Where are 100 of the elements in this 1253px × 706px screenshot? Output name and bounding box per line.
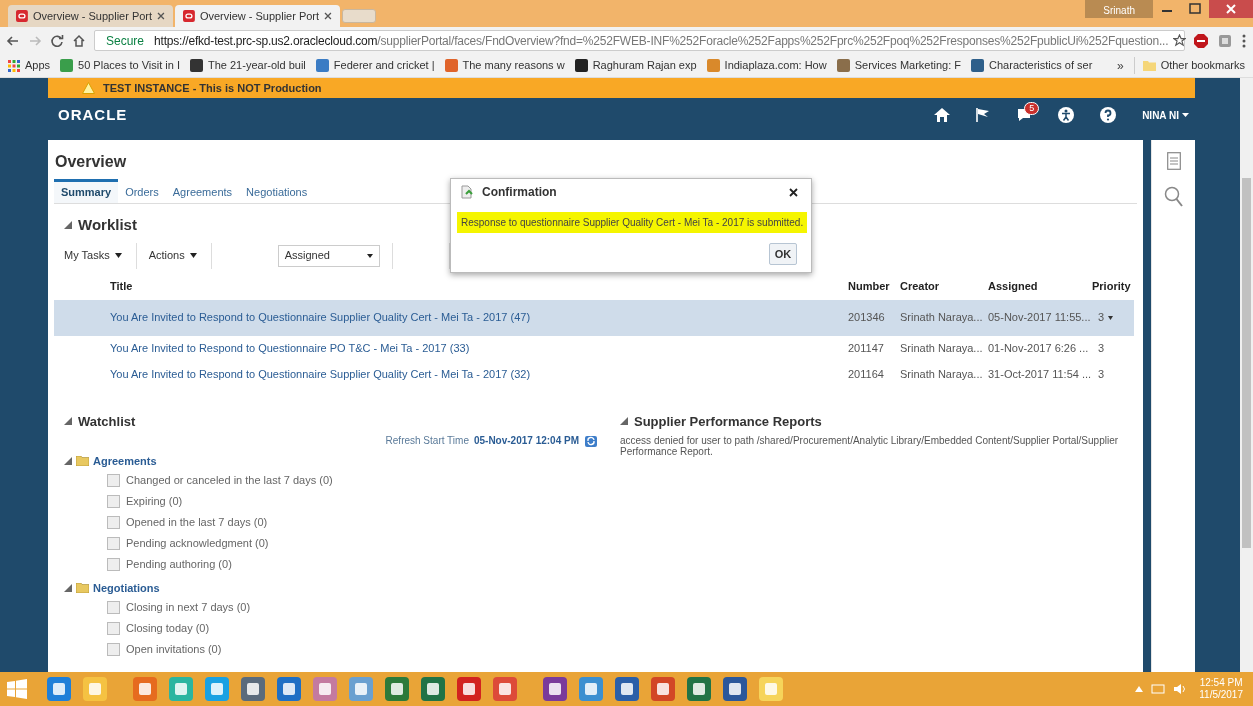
section-title: Watchlist [78,412,136,431]
filter-dropdown[interactable]: Assigned [277,244,380,267]
app-icon[interactable] [46,676,72,702]
app-icon[interactable] [204,676,230,702]
table-cell-text: 201147 [848,341,885,357]
bookmark[interactable]: The many reasons w [444,57,565,74]
menu-icon[interactable] [1241,32,1247,49]
help-icon[interactable] [1100,107,1117,123]
tree-item-link[interactable]: Changed or canceled in the last 7 days (0) [126,472,333,489]
tree-folder-link[interactable]: Agreements [93,452,157,470]
url-text: https://efkd-test.prc-sp.us2.oraclecloud.com/supplierPortal/faces/FndOverview?fnd=%252FWEB-INF%252Foracle%252Fapps%252Fprc%252Fpoq%252Fresponses%252FpublicUi%252Fquestion... [154,32,1169,50]
table-cell-text: Srinath Naraya... [900,310,984,326]
item-icon [107,601,120,614]
back-icon[interactable] [6,33,20,48]
notification-badge[interactable]: 5 [1024,102,1040,115]
app-icon[interactable] [650,676,676,702]
reload-icon[interactable] [50,33,64,48]
tree-folder-link[interactable]: Negotiations [93,579,160,597]
app-icon[interactable] [312,676,338,702]
app-icon[interactable] [132,676,158,702]
address-field[interactable]: Secure https://efkd-test.prc-sp.us2.oraclecloud.com/supplierPortal/faces/FndOverview?fnd=%252FWEB-INF%252Foracle%252Fapps%252Fprc%252Fpoq%252Fresponses%252FpublicUi%252Fquestion... [94,30,1185,51]
ok-button[interactable]: OK [769,243,797,265]
document-icon[interactable] [1166,152,1181,170]
app-icon[interactable] [722,676,748,702]
adblock-icon[interactable] [1193,32,1209,49]
task-link[interactable]: You Are Invited to Respond to Questionnaire Supplier Quality Cert - Mei Ta - 2017 (32) [110,366,848,383]
table-cell-text: Srinath Naraya... [900,367,984,383]
collapse-icon[interactable] [620,417,628,426]
page-title: Overview [55,152,128,172]
favicon-icon [971,59,985,72]
close-icon[interactable] [324,12,332,20]
column-header: Title [110,279,134,295]
accessibility-icon[interactable] [1058,107,1075,123]
app-icon[interactable] [384,676,410,702]
task-link[interactable]: You Are Invited to Respond to Questionnaire Supplier Quality Cert - Mei Ta - 2017 (47) [110,309,848,326]
app-icon[interactable] [240,676,266,702]
bookmark-star-icon[interactable] [1173,34,1187,47]
more-bookmarks-button[interactable]: » [1116,56,1124,75]
start-icon[interactable] [6,678,28,700]
other-bookmarks-folder[interactable]: Other bookmarks [1133,57,1245,74]
table-cell-text: 05-Nov-2017 11:55... [988,310,1092,326]
bookmark[interactable]: The 21-year-old buil [190,57,306,74]
expand-icon[interactable] [64,584,72,592]
document-check-icon [460,185,474,199]
page-tab[interactable]: Orders [118,179,166,203]
bookmark[interactable]: Raghuram Rajan exp [574,57,697,74]
close-icon[interactable] [789,187,798,197]
table-row[interactable]: You Are Invited to Respond to Questionnaire Supplier Quality Cert - Mei Ta - 2017 (47) 201346 Srinath Naraya... 05-Nov-2017 11:55... 3 [54,299,1134,336]
search-icon[interactable] [1163,186,1184,208]
item-icon [107,537,120,550]
table-row[interactable]: You Are Invited to Respond to Questionnaire Supplier Quality Cert - Mei Ta - 2017 (32) 201164 Srinath Naraya... 31-Oct-2017 11:54 ... 3 [54,361,1134,388]
browser-tab[interactable]: Overview - Supplier Port [175,5,340,27]
bookmark[interactable]: Federer and cricket | [315,57,435,74]
table-cell-text: 3 [1098,341,1105,357]
extension-icon[interactable] [1217,32,1233,49]
tree-item-link[interactable]: Opened in the last 7 days (0) [126,514,268,531]
bookmark[interactable]: 50 Places to Visit in I [60,57,180,74]
page-tab[interactable]: Agreements [165,179,240,203]
app-icon[interactable] [456,676,482,702]
expand-icon[interactable] [64,457,72,465]
app-icon[interactable] [578,676,604,702]
tree-item-link[interactable]: Pending acknowledgment (0) [126,535,269,552]
app-icon[interactable] [420,676,446,702]
scrollbar[interactable] [1240,78,1253,672]
folder-icon [76,456,89,466]
app-icon[interactable] [276,676,302,702]
menu-button[interactable]: My Tasks [58,242,137,269]
favicon-icon [183,10,195,22]
caret-icon[interactable] [1108,315,1114,320]
bookmark[interactable]: Characteristics of ser [971,57,1093,74]
table-cell-text: 31-Oct-2017 11:54 ... [988,367,1092,383]
favicon-icon [706,59,720,72]
user-menu[interactable]: NINA NI [1142,107,1189,123]
bookmark[interactable]: Indiaplaza.com: How [706,57,827,74]
favicon-icon [16,10,28,22]
collapse-icon[interactable] [64,417,72,426]
tree-item-link[interactable]: Closing in next 7 days (0) [126,599,251,616]
page-tab[interactable]: Summary [54,179,119,203]
flag-icon[interactable] [976,108,991,122]
app-icon[interactable] [492,676,518,702]
refresh-icon[interactable] [584,433,598,448]
table-cell-text: Srinath Naraya... [900,341,984,357]
page-tab[interactable]: Negotiations [239,179,315,203]
home-icon[interactable] [934,108,951,122]
app-icon[interactable] [348,676,374,702]
app-icon[interactable] [542,676,568,702]
menu-button[interactable]: Actions [142,242,212,269]
bookmark[interactable]: Services Marketing: F [836,57,962,74]
bookmark[interactable]: Apps [8,57,51,74]
app-icon[interactable] [614,676,640,702]
table-row[interactable]: You Are Invited to Respond to Questionnaire PO T&C - Mei Ta - 2017 (33) 201147 Srinath Naraya... 01-Nov-2017 6:26 ... 3 [54,335,1134,362]
browser-tab[interactable]: Overview - Supplier Port [8,5,173,27]
task-link[interactable]: You Are Invited to Respond to Questionnaire PO T&C - Mei Ta - 2017 (33) [110,340,848,357]
tree-item-link[interactable]: Open invitations (0) [126,641,222,658]
app-icon[interactable] [686,676,712,702]
tree-item-link[interactable]: Pending authoring (0) [126,556,232,573]
tree-item-link[interactable]: Closing today (0) [126,620,210,637]
home-icon[interactable] [72,33,86,48]
collapse-icon[interactable] [64,221,72,230]
tree-item-link[interactable]: Expiring (0) [126,493,183,510]
